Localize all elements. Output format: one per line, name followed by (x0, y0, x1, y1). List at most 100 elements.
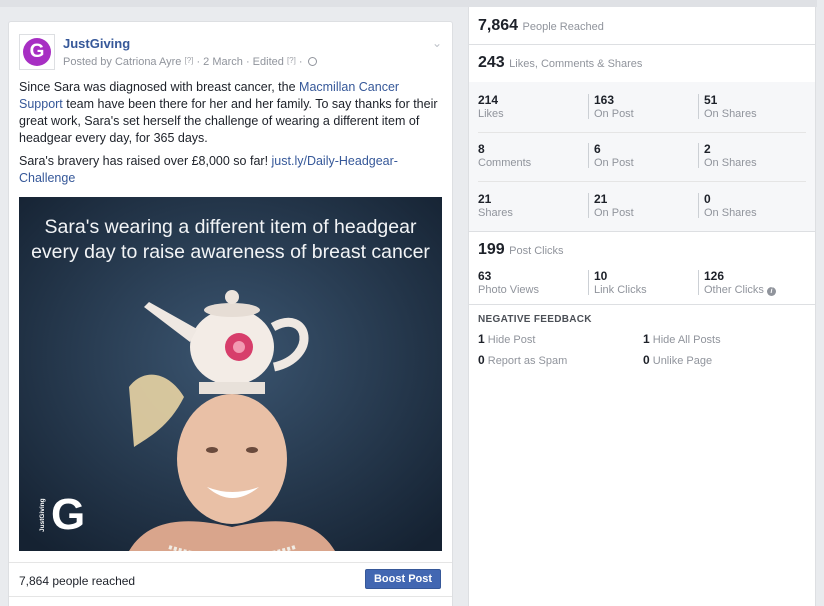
stat-num: 6 (594, 142, 601, 156)
reach-count: 7,864 people reached (19, 574, 136, 588)
info-icon[interactable]: i (766, 287, 776, 296)
divider (588, 193, 589, 218)
engagement-num: 243 (478, 54, 505, 71)
shares-on-post-stat[interactable]: 21 On Post (594, 192, 634, 220)
stat-num: 0 (478, 353, 485, 367)
likes-stat[interactable]: 214 Likes (478, 93, 504, 121)
stat-num: 1 (478, 332, 485, 346)
stat-label: Shares (478, 207, 513, 219)
message-text: Sara's bravery has raised over £8,000 so… (19, 154, 272, 168)
stat-label: On Shares (704, 157, 757, 169)
people-reached-label: People Reached (522, 21, 604, 33)
comments-on-shares-stat[interactable]: 2 On Shares (704, 142, 757, 170)
people-reached-num: 7,864 (478, 17, 519, 34)
people-reached-section: 7,864 People Reached (469, 7, 815, 45)
stat-num: 2 (704, 142, 711, 156)
page-avatar[interactable]: G (19, 34, 55, 70)
row-divider (478, 132, 806, 133)
stat-num: 21 (594, 192, 608, 206)
photo-caption: Sara's wearing a different item of headg… (19, 215, 442, 265)
stat-label: Likes (478, 108, 504, 120)
divider (588, 94, 589, 119)
page-name-link[interactable]: JustGiving (63, 36, 130, 51)
help-marker[interactable]: [?] (287, 56, 296, 65)
stat-label: Unlike Page (652, 355, 713, 367)
divider (698, 94, 699, 119)
negative-feedback-title: NEGATIVE FEEDBACK (478, 314, 592, 325)
shares-on-shares-stat[interactable]: 0 On Shares (704, 192, 757, 220)
stat-num: 0 (643, 353, 650, 367)
globe-icon[interactable] (307, 57, 317, 66)
message-text: team have been there for her and her fam… (19, 97, 438, 145)
post-footer-actions (9, 596, 452, 606)
chevron-down-icon[interactable]: ⌄ (432, 36, 442, 50)
comments-on-post-stat[interactable]: 6 On Post (594, 142, 634, 170)
unlike-page-stat: 0 Unlike Page (643, 353, 712, 367)
report-spam-stat: 0 Report as Spam (478, 353, 567, 367)
stat-num: 10 (594, 269, 608, 283)
stat-label: On Shares (704, 207, 757, 219)
stat-label: On Post (594, 157, 634, 169)
divider (698, 193, 699, 218)
page-edge (817, 0, 824, 606)
caption-line: Sara's wearing a different item of headg… (44, 216, 417, 238)
post-meta: Posted by Catriona Ayre [?] · 2 March · … (63, 56, 317, 68)
divider (588, 143, 589, 168)
message-text: Since Sara was diagnosed with breast can… (19, 80, 300, 94)
post-footer: 7,864 people reached Boost Post (9, 562, 452, 598)
caption-line: every day to raise awareness of breast c… (31, 241, 430, 263)
post-clicks-section: 199 Post Clicks 63 Photo Views 10 Link C… (469, 232, 815, 305)
watermark-text: JustGiving (39, 498, 46, 532)
stat-label-text: Other Clicks (704, 284, 764, 296)
post-clicks-num: 199 (478, 241, 505, 258)
stat-num: 163 (594, 93, 615, 107)
watermark-g-icon: G (51, 490, 86, 539)
stat-label: On Post (594, 207, 634, 219)
hide-all-posts-stat: 1 Hide All Posts (643, 332, 721, 346)
post-card: G JustGiving Posted by Catriona Ayre [?]… (8, 21, 453, 606)
comments-stat[interactable]: 8 Comments (478, 142, 531, 170)
engagement-label: Likes, Comments & Shares (509, 58, 643, 70)
divider (698, 270, 699, 295)
justgiving-logo-icon: G (23, 38, 51, 66)
post-photo[interactable]: Sara's wearing a different item of headg… (19, 197, 442, 551)
stat-num: 0 (704, 192, 711, 206)
row-divider (478, 181, 806, 182)
engagement-breakdown: 214 Likes 163 On Post 51 On Shares 8 Com… (469, 82, 815, 232)
stat-label: Comments (478, 157, 532, 169)
insights-panel: 7,864 People Reached 243 Likes, Comments… (468, 7, 816, 606)
stat-label: Link Clicks (594, 284, 647, 296)
posted-by[interactable]: Posted by Catriona Ayre (63, 56, 181, 68)
divider (698, 143, 699, 168)
stat-label: Other Clicks i (704, 283, 776, 297)
likes-on-shares-stat[interactable]: 51 On Shares (704, 93, 757, 121)
stat-label: On Shares (704, 108, 757, 120)
post-header: G JustGiving Posted by Catriona Ayre [?]… (19, 34, 444, 74)
stat-label: Hide All Posts (652, 334, 721, 346)
post-clicks-label: Post Clicks (509, 245, 564, 257)
hide-post-stat: 1 Hide Post (478, 332, 535, 346)
shares-stat[interactable]: 21 Shares (478, 192, 513, 220)
photo-watermark-logo: JustGiving G (39, 493, 91, 537)
stat-label: Report as Spam (487, 355, 568, 367)
stat-num: 8 (478, 142, 485, 156)
stat-num: 63 (478, 269, 492, 283)
other-clicks-stat[interactable]: 126 Other Clicks i (704, 269, 776, 297)
stat-label: Hide Post (487, 334, 536, 346)
help-marker[interactable]: [?] (184, 56, 193, 65)
top-bar (0, 0, 824, 7)
photo-views-stat[interactable]: 63 Photo Views (478, 269, 539, 297)
divider (588, 270, 589, 295)
link-clicks-stat[interactable]: 10 Link Clicks (594, 269, 647, 297)
stat-num: 214 (478, 93, 499, 107)
likes-on-post-stat[interactable]: 163 On Post (594, 93, 634, 121)
stat-label: Photo Views (478, 284, 539, 296)
stat-num: 126 (704, 269, 725, 283)
stat-label: On Post (594, 108, 634, 120)
post-date[interactable]: · 2 March · Edited (196, 56, 283, 68)
stat-num: 21 (478, 192, 492, 206)
engagement-section: 243 Likes, Comments & Shares (469, 45, 815, 83)
stat-num: 1 (643, 332, 650, 346)
boost-post-button[interactable]: Boost Post (365, 569, 441, 589)
post-message: Since Sara was diagnosed with breast can… (19, 79, 439, 193)
